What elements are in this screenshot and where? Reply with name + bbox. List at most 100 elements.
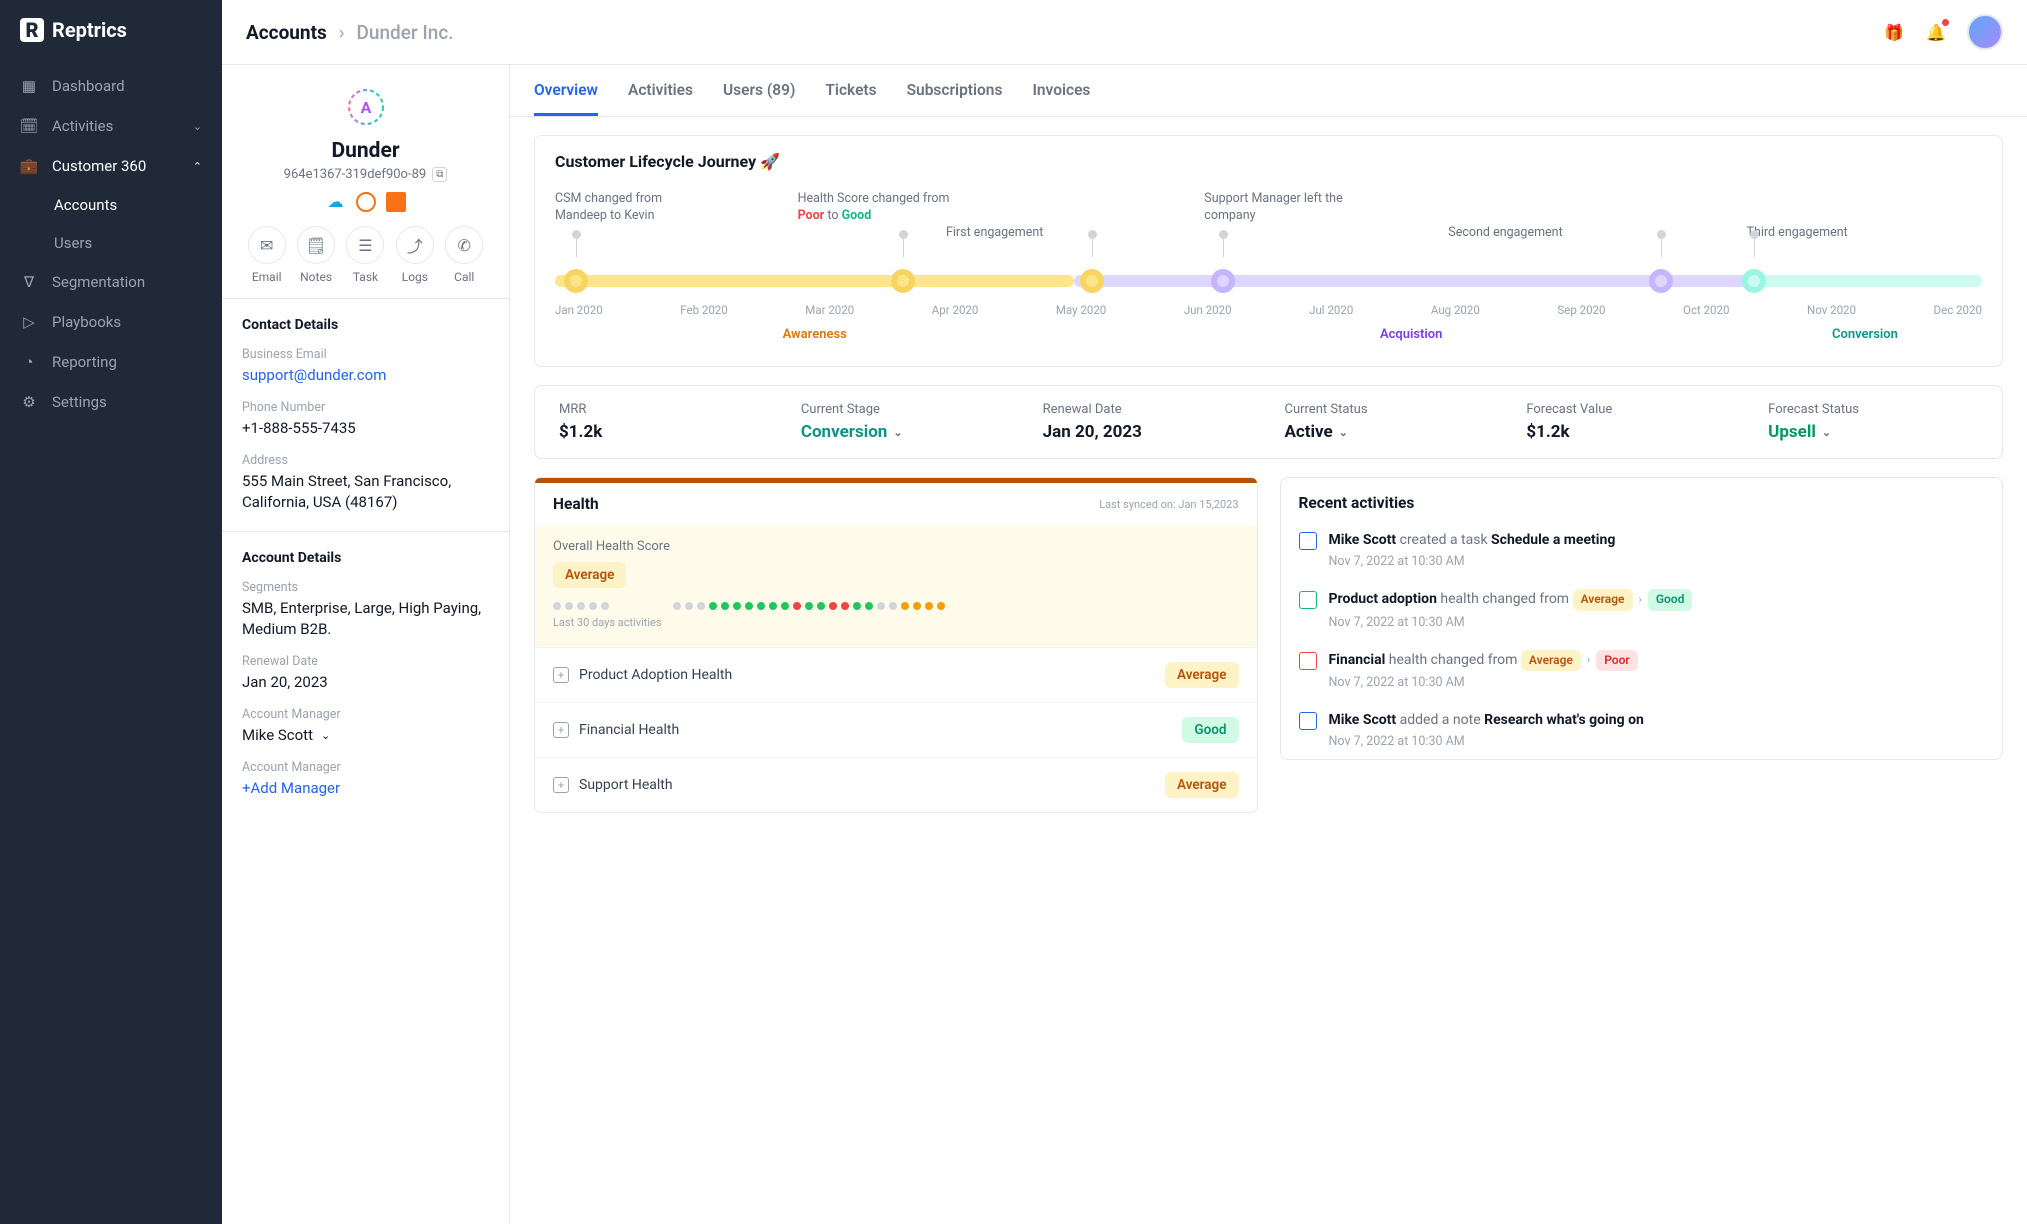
kpi-stage-label: Current Stage [801, 402, 1011, 417]
nav-settings[interactable]: ⚙ Settings [0, 382, 222, 422]
nav-activities[interactable]: 🗓 Activities ⌄ [0, 106, 222, 146]
kpi-status[interactable]: Active⌄ [1284, 422, 1494, 442]
activity-dot [697, 602, 705, 610]
manager-label: Account Manager [242, 707, 489, 722]
timeline-month: Feb 2020 [680, 303, 728, 317]
nav-activities-label: Activities [52, 117, 113, 135]
activity-row[interactable]: Mike Scott created a task Schedule a mee… [1281, 520, 2003, 579]
account-details: Account Details Segments SMB, Enterprise… [222, 532, 509, 817]
activity-row[interactable]: Financial health changed from Average›Po… [1281, 640, 2003, 700]
email-label: Business Email [242, 347, 489, 362]
gear-icon: ⚙ [20, 393, 38, 411]
activity-dot [661, 602, 669, 610]
timeline-month: Mar 2020 [805, 303, 854, 317]
dots-label: Last 30 days activities [553, 616, 1239, 629]
nav-dashboard[interactable]: ▦ Dashboard [0, 66, 222, 106]
health-row[interactable]: +Support HealthAverage [535, 757, 1257, 812]
action-task[interactable]: ☰Task [346, 226, 384, 284]
recent-activities-card: Recent activities Mike Scott created a t… [1280, 477, 2004, 760]
nav-reporting[interactable]: ◔ Reporting [0, 342, 222, 382]
nav-users[interactable]: Users [54, 224, 222, 262]
nav-customer360[interactable]: 💼 Customer 360 ⌃ [0, 146, 222, 186]
health-dots [553, 602, 1239, 610]
copy-icon[interactable]: ⧉ [432, 167, 447, 182]
tab-tickets[interactable]: Tickets [825, 81, 876, 116]
kpi-fstatus[interactable]: Upsell⌄ [1768, 422, 1978, 442]
activity-dot [637, 602, 645, 610]
contact-details: Contact Details Business Email support@d… [222, 299, 509, 532]
kpi-stage[interactable]: Conversion⌄ [801, 422, 1011, 442]
manager-value: Mike Scott [242, 725, 313, 746]
salesforce-icon[interactable]: ☁ [326, 192, 346, 212]
health-row[interactable]: +Financial HealthGood [535, 702, 1257, 757]
action-notes-label: Notes [297, 270, 335, 284]
nav-playbooks[interactable]: ▷ Playbooks [0, 302, 222, 342]
action-email[interactable]: ✉Email [248, 226, 286, 284]
ohs-badge: Average [553, 562, 626, 588]
tab-users[interactable]: Users (89) [723, 81, 795, 116]
activity-row[interactable]: Mike Scott added a note Research what's … [1281, 700, 2003, 759]
timeline-month: Jul 2020 [1309, 303, 1353, 317]
topbar: Accounts › Dunder Inc. 🎁 🔔 [222, 0, 2027, 65]
activity-dot [613, 602, 621, 610]
integration-icon-3[interactable] [386, 192, 406, 212]
kpi-forecast-label: Forecast Value [1526, 402, 1736, 417]
nav-segmentation[interactable]: ∇ Segmentation [0, 262, 222, 302]
renewal-label: Renewal Date [242, 654, 489, 669]
nav-playbooks-label: Playbooks [52, 313, 121, 331]
health-row[interactable]: +Product Adoption HealthAverage [535, 647, 1257, 702]
timeline-month: Apr 2020 [932, 303, 979, 317]
brand[interactable]: R Reptrics [0, 0, 222, 66]
gift-icon[interactable]: 🎁 [1883, 21, 1905, 43]
timeline-month: Dec 2020 [1934, 303, 1982, 317]
email-value[interactable]: support@dunder.com [242, 365, 489, 386]
phone-label: Phone Number [242, 400, 489, 415]
expand-icon[interactable]: + [553, 667, 569, 683]
activity-dot [805, 602, 813, 610]
activity-dot [901, 602, 909, 610]
timeline-month: Aug 2020 [1431, 303, 1480, 317]
expand-icon[interactable]: + [553, 777, 569, 793]
breadcrumb-root[interactable]: Accounts [246, 21, 327, 44]
tab-subscriptions[interactable]: Subscriptions [907, 81, 1003, 116]
phase-awareness: Awareness [555, 327, 1074, 342]
action-logs[interactable]: ⤴Logs [396, 226, 434, 284]
health-item-name: Product Adoption Health [579, 667, 732, 683]
account-id: 964e1367-319def90o-89 [284, 167, 427, 182]
calendar-icon: 🗓 [20, 117, 38, 135]
timeline-month: Jan 2020 [555, 303, 603, 317]
activity-dot [877, 602, 885, 610]
timeline-month: May 2020 [1056, 303, 1106, 317]
account-name: Dunder [242, 139, 489, 163]
action-task-label: Task [346, 270, 384, 284]
avatar[interactable] [1967, 14, 2003, 50]
bell-icon[interactable]: 🔔 [1925, 21, 1947, 43]
activity-row[interactable]: Product adoption health changed from Ave… [1281, 579, 2003, 639]
nav-accounts[interactable]: Accounts [54, 186, 222, 224]
activity-dot [769, 602, 777, 610]
expand-icon[interactable]: + [553, 722, 569, 738]
renewal-value: Jan 20, 2023 [242, 672, 489, 693]
anno-second: Second engagement [1448, 225, 1562, 242]
nav-settings-label: Settings [52, 393, 107, 411]
logs-icon: ⤴ [396, 226, 434, 264]
kpi-row: MRR$1.2k Current StageConversion⌄ Renewa… [534, 385, 2003, 459]
tab-activities[interactable]: Activities [628, 81, 693, 116]
activity-dot [757, 602, 765, 610]
action-notes[interactable]: 🗒Notes [297, 226, 335, 284]
activity-time: Nov 7, 2022 at 10:30 AM [1329, 554, 1985, 569]
integration-icon-2[interactable] [356, 192, 376, 212]
phone-value: +1-888-555-7435 [242, 418, 489, 439]
action-call[interactable]: ✆Call [445, 226, 483, 284]
add-manager-link[interactable]: +Add Manager [242, 778, 489, 799]
timeline-track [555, 259, 1982, 297]
health-item-badge: Average [1165, 772, 1238, 798]
tab-invoices[interactable]: Invoices [1032, 81, 1090, 116]
activity-text: Financial health changed from Average›Po… [1329, 650, 1985, 671]
chevron-right-icon: › [339, 21, 345, 44]
tab-overview[interactable]: Overview [534, 81, 598, 116]
health-title: Health [553, 495, 599, 513]
timeline-months: Jan 2020 Feb 2020 Mar 2020 Apr 2020 May 2020… [555, 303, 1982, 317]
manager-select[interactable]: Mike Scott ⌄ [242, 725, 489, 746]
pie-icon: ◔ [20, 353, 38, 371]
